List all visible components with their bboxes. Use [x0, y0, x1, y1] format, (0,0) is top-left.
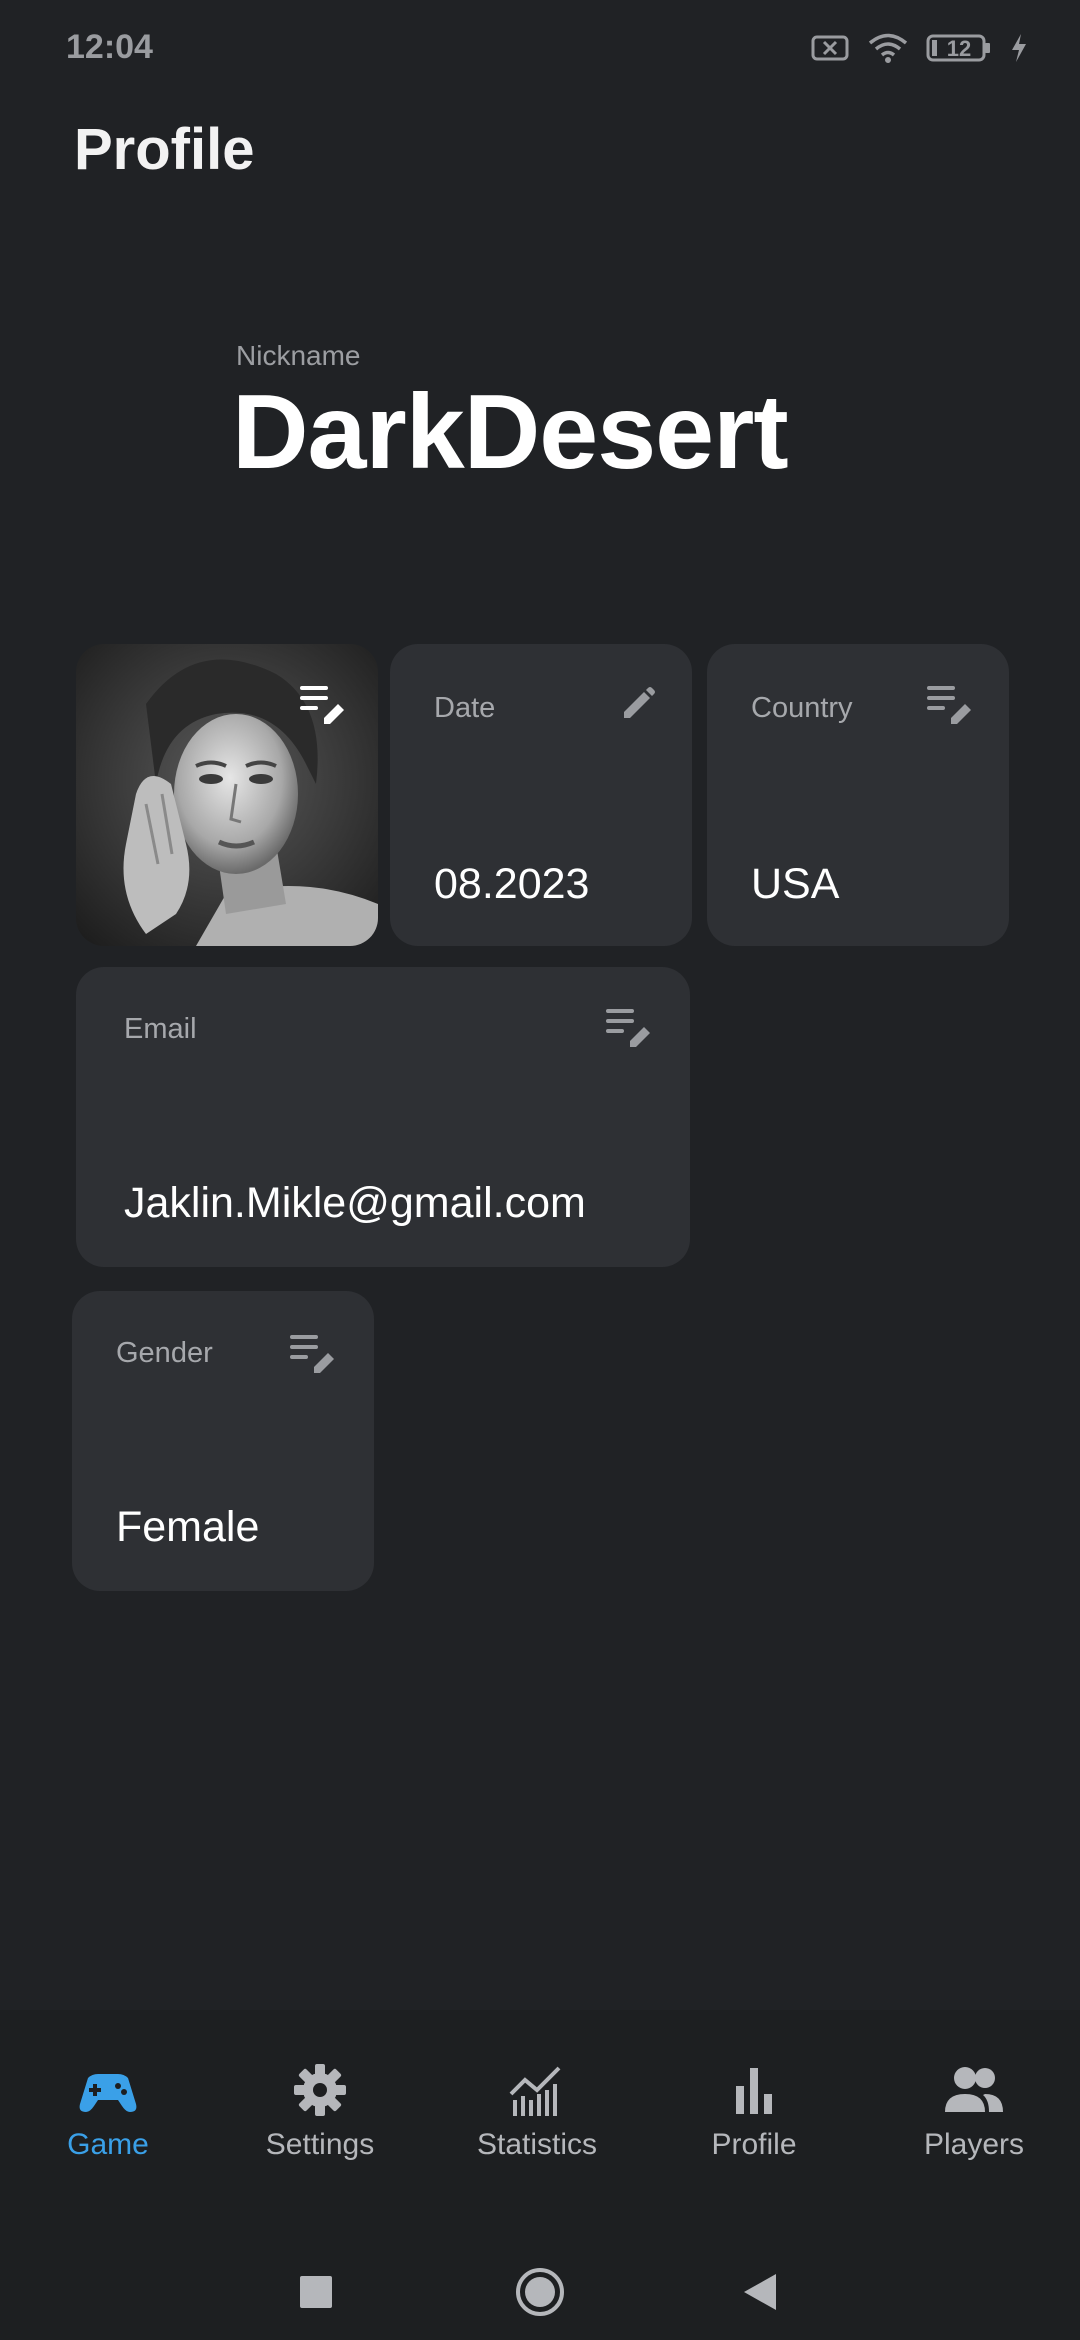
nav-label-profile: Profile: [711, 2128, 797, 2161]
gamepad-icon: [79, 2074, 137, 2112]
email-card[interactable]: Email Jaklin.Mikle@gmail.com: [76, 967, 690, 1267]
nickname-label: Nickname: [236, 340, 361, 371]
no-sim-icon: [811, 35, 849, 61]
gender-card[interactable]: Gender Female: [72, 1291, 374, 1591]
pencil-icon[interactable]: [620, 686, 656, 722]
nav-label-settings: Settings: [265, 2128, 375, 2161]
edit-list-icon[interactable]: [604, 1005, 652, 1049]
wifi-icon: [868, 33, 908, 63]
status-icons: 12: [810, 30, 1028, 66]
recents-button[interactable]: [298, 2274, 334, 2310]
country-label: Country: [751, 692, 853, 724]
battery-icon: 12: [926, 34, 990, 62]
line-chart-icon: [509, 2066, 561, 2116]
people-icon: [945, 2067, 1003, 2112]
country-value: USA: [751, 860, 840, 908]
battery-level: 12: [947, 36, 971, 61]
email-label: Email: [124, 1013, 197, 1045]
gear-icon: [294, 2064, 346, 2116]
country-card[interactable]: Country USA: [707, 644, 1009, 946]
charging-icon: [1012, 34, 1026, 62]
email-value: Jaklin.Mikle@gmail.com: [124, 1179, 586, 1227]
nav-label-players: Players: [923, 2128, 1025, 2161]
nav-players[interactable]: Players: [884, 2060, 1064, 2162]
photo-edit-icon[interactable]: [298, 682, 346, 726]
date-card[interactable]: Date 08.2023: [390, 644, 692, 946]
page-title: Profile: [74, 117, 255, 182]
status-time: 12:04: [66, 28, 153, 66]
profile-photo-card[interactable]: [76, 644, 378, 946]
gender-value: Female: [116, 1503, 260, 1551]
date-label: Date: [434, 692, 496, 724]
status-bar: 12:04 12: [0, 0, 1080, 96]
nickname-value: DarkDesert: [232, 373, 789, 491]
nav-settings[interactable]: Settings: [230, 2060, 410, 2162]
gender-label: Gender: [116, 1337, 213, 1369]
date-value: 08.2023: [434, 860, 590, 908]
edit-list-icon[interactable]: [925, 682, 973, 726]
nav-profile[interactable]: Profile: [664, 2060, 844, 2162]
home-button[interactable]: [514, 2266, 566, 2318]
nav-label-game: Game: [67, 2128, 149, 2161]
back-button[interactable]: [742, 2272, 778, 2312]
bar-chart-icon: [736, 2068, 772, 2114]
nav-game[interactable]: Game: [18, 2060, 198, 2162]
nav-label-statistics: Statistics: [476, 2128, 598, 2161]
nav-statistics[interactable]: Statistics: [447, 2060, 627, 2162]
system-nav: [0, 2200, 1080, 2340]
edit-list-icon[interactable]: [288, 1331, 336, 1375]
